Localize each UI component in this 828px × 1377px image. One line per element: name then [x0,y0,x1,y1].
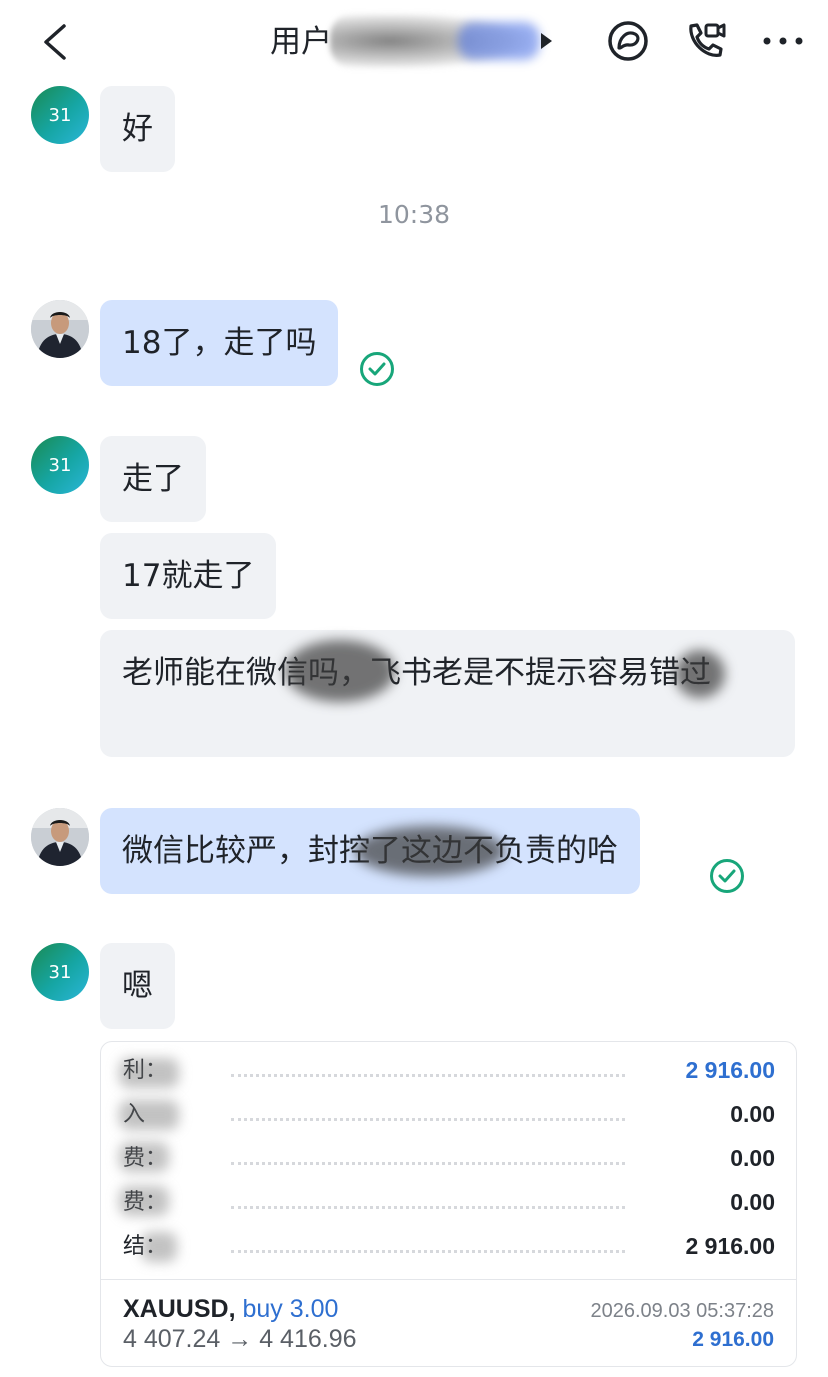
card-divider [101,1279,796,1280]
message-bubble[interactable]: 走了 [100,436,206,522]
trade-result-card[interactable]: 利： 2 916.00 入 0.00 费： 0.00 费： 0.00 结： 2 … [100,1041,797,1367]
redacted-title-tag [458,22,540,60]
dot-leader [231,1206,625,1209]
dot-leader [231,1162,625,1165]
message-bubble[interactable]: 17就走了 [100,533,277,619]
dot-leader [231,1250,625,1253]
trade-datetime: 2026.09.03 05:37:28 [590,1300,774,1322]
group-avatar[interactable]: 31 [31,943,89,1001]
summary-row: 结： 2 916.00 [123,1228,775,1264]
search-chat-icon[interactable] [605,18,651,64]
summary-row: 利： 2 916.00 [123,1052,775,1088]
user-avatar[interactable] [31,808,89,866]
summary-row: 费： 0.00 [123,1184,775,1220]
symbol-name: XAUUSD, [123,1295,236,1323]
redacted-label [119,1058,179,1088]
redacted-text [285,640,395,702]
chat-title[interactable]: 用户 [270,22,332,62]
group-avatar[interactable]: 31 [31,436,89,494]
summary-row: 费： 0.00 [123,1140,775,1176]
summary-value: 0.00 [730,1189,775,1215]
redacted-label [119,1142,169,1172]
title-expand-icon[interactable] [541,33,552,49]
trade-profit: 2 916.00 [692,1328,774,1351]
dot-leader [231,1118,625,1121]
read-check-icon [360,352,394,386]
summary-value: 2 916.00 [685,1057,775,1083]
summary-value: 0.00 [730,1145,775,1171]
dot-leader [231,1074,625,1077]
trade-direction: buy 3.00 [242,1295,339,1323]
timestamp: 10:38 [377,200,451,229]
redacted-label [141,1232,177,1262]
chevron-left-icon[interactable] [36,20,76,64]
summary-value: 0.00 [730,1101,775,1127]
group-avatar[interactable]: 31 [31,86,89,144]
redacted-text [355,826,505,876]
redacted-text [675,650,725,698]
read-check-icon [710,859,744,893]
summary-value: 2 916.00 [685,1233,775,1259]
trade-symbol: XAUUSD, buy 3.00 [123,1293,338,1325]
video-call-icon[interactable] [682,18,728,64]
more-icon[interactable] [760,18,806,64]
message-bubble-self[interactable]: 18了，走了吗 [100,300,339,386]
summary-row: 入 0.00 [123,1096,775,1132]
redacted-label [119,1186,169,1216]
message-bubble[interactable]: 嗯 [100,943,175,1029]
redacted-label [119,1100,179,1130]
user-avatar[interactable] [31,300,89,358]
trade-prices: 4 407.24 → 4 416.96 [123,1325,357,1353]
message-bubble[interactable]: 好 [100,86,175,172]
chat-header: 用户 [0,0,828,84]
